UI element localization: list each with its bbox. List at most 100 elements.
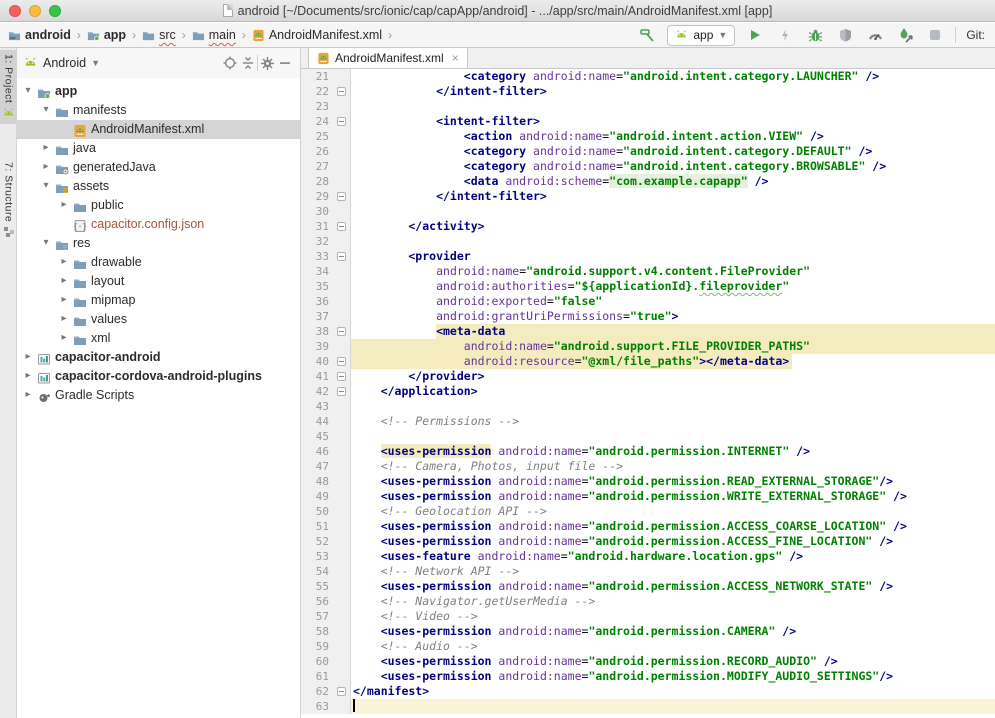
breadcrumb-item-src[interactable]: src (142, 28, 176, 42)
tree-collapse-arrow-icon[interactable]: ▸ (58, 294, 70, 305)
code-line-38: 38 <meta-data (301, 324, 995, 339)
code-line-39: 39 android:name="android.support.FILE_PR… (301, 339, 995, 354)
tree-expand-arrow-icon[interactable]: ▾ (40, 237, 52, 248)
tree-item-gradle-scripts[interactable]: ▸Gradle Scripts (17, 386, 300, 405)
project-tree[interactable]: ▾app▾manifestsAndroidManifest.xml▸java▸g… (17, 82, 300, 405)
run-configuration-select[interactable]: app ▼ (667, 25, 735, 46)
tree-item-public[interactable]: ▸public (17, 196, 300, 215)
line-number: 30 (301, 204, 333, 219)
tree-collapse-arrow-icon[interactable]: ▸ (58, 256, 70, 267)
project-view-selector[interactable]: Android (43, 56, 86, 70)
tool-button-project[interactable]: 1: Project (0, 50, 17, 124)
tree-collapse-arrow-icon[interactable]: ▸ (58, 332, 70, 343)
tree-item-mipmap[interactable]: ▸mipmap (17, 291, 300, 310)
fold-marker-icon[interactable] (337, 252, 346, 261)
tree-item-capacitor-android[interactable]: ▸capacitor-android (17, 348, 300, 367)
fold-marker-icon[interactable] (337, 387, 346, 396)
run-play-icon[interactable] (745, 25, 765, 45)
tree-item-values[interactable]: ▸values (17, 310, 300, 329)
tree-item-capacitor-cordova-android-plugins[interactable]: ▸capacitor-cordova-android-plugins (17, 367, 300, 386)
fold-marker-icon[interactable] (337, 222, 346, 231)
breadcrumb-item-android[interactable]: android (8, 28, 71, 42)
apply-changes-lightning-icon[interactable] (775, 25, 795, 45)
breadcrumb-separator: › (182, 28, 186, 42)
code-editor[interactable]: 21 <category android:name="android.inten… (301, 69, 995, 718)
tree-item-generatedjava[interactable]: ▸generatedJava (17, 158, 300, 177)
tree-item-assets[interactable]: ▾assets (17, 177, 300, 196)
tree-collapse-arrow-icon[interactable]: ▸ (40, 142, 52, 153)
attach-debugger-icon[interactable] (895, 25, 915, 45)
line-number: 60 (301, 654, 333, 669)
fold-marker-icon[interactable] (337, 192, 346, 201)
line-number: 39 (301, 339, 333, 354)
project-panel: Android ▼ ▾app▾manifestsAndroidManifest.… (17, 48, 301, 718)
breadcrumb-item-main[interactable]: main (192, 28, 236, 42)
line-number: 33 (301, 249, 333, 264)
tree-item-layout[interactable]: ▸layout (17, 272, 300, 291)
fold-marker-icon[interactable] (337, 687, 346, 696)
tree-item-drawable[interactable]: ▸drawable (17, 253, 300, 272)
folder-icon (73, 314, 87, 326)
build-hammer-icon[interactable] (637, 25, 657, 45)
tree-item-res[interactable]: ▾res (17, 234, 300, 253)
coverage-shield-icon[interactable] (835, 25, 855, 45)
tree-expand-arrow-icon[interactable]: ▾ (40, 104, 52, 115)
line-number: 42 (301, 384, 333, 399)
gutter-fold-column (333, 549, 351, 564)
fold-marker-icon[interactable] (337, 372, 346, 381)
code-line-33: 33 <provider (301, 249, 995, 264)
tree-item-app[interactable]: ▾app (17, 82, 300, 101)
navigation-bar: android›app›src›main›AndroidManifest.xml… (0, 23, 995, 48)
tree-item-xml[interactable]: ▸xml (17, 329, 300, 348)
tree-collapse-arrow-icon[interactable]: ▸ (58, 275, 70, 286)
line-number: 21 (301, 69, 333, 84)
collapse-all-icon[interactable] (239, 54, 257, 72)
breadcrumb-item-androidmanifest-xml[interactable]: AndroidManifest.xml (252, 28, 382, 42)
tree-collapse-arrow-icon[interactable]: ▸ (58, 199, 70, 210)
code-line-49: 49 <uses-permission android:name="androi… (301, 489, 995, 504)
close-icon[interactable]: × (452, 51, 459, 65)
locate-icon[interactable] (221, 54, 239, 72)
gutter-fold-column (333, 504, 351, 519)
tab-title: AndroidManifest.xml (335, 51, 444, 65)
tree-item-java[interactable]: ▸java (17, 139, 300, 158)
code-text: <!-- Permissions --> (351, 414, 995, 429)
line-number: 43 (301, 399, 333, 414)
tree-item-capacitor-config-json[interactable]: {·}capacitor.config.json (17, 215, 300, 234)
debug-bug-icon[interactable] (805, 25, 825, 45)
code-line-63: 63 (301, 699, 995, 714)
window-title: android [~/Documents/src/ionic/cap/capAp… (238, 4, 773, 18)
profiler-gauge-icon[interactable] (865, 25, 885, 45)
tree-expand-arrow-icon[interactable]: ▾ (22, 85, 34, 96)
code-line-61: 61 <uses-permission android:name="androi… (301, 669, 995, 684)
tree-collapse-arrow-icon[interactable]: ▸ (58, 313, 70, 324)
tree-collapse-arrow-icon[interactable]: ▸ (22, 370, 34, 381)
line-number: 56 (301, 594, 333, 609)
tree-collapse-arrow-icon[interactable]: ▸ (40, 161, 52, 172)
fold-marker-icon[interactable] (337, 327, 346, 336)
tree-collapse-arrow-icon[interactable]: ▸ (22, 389, 34, 400)
tree-expand-arrow-icon[interactable]: ▾ (40, 180, 52, 191)
fold-marker-icon[interactable] (337, 357, 346, 366)
line-number: 58 (301, 624, 333, 639)
tab-androidmanifest[interactable]: AndroidManifest.xml × (308, 47, 468, 68)
code-line-21: 21 <category android:name="android.inten… (301, 69, 995, 84)
stop-square-icon[interactable] (925, 25, 945, 45)
tree-item-manifests[interactable]: ▾manifests (17, 101, 300, 120)
breadcrumb-item-app[interactable]: app (87, 28, 126, 42)
code-text: <!-- Navigator.getUserMedia --> (351, 594, 995, 609)
gutter-fold-column (333, 369, 351, 384)
tool-button-structure[interactable]: 7: Structure (0, 158, 17, 242)
code-text: </provider> (351, 369, 995, 384)
minimize-panel-icon[interactable] (276, 54, 294, 72)
code-line-59: 59 <!-- Audio --> (301, 639, 995, 654)
tree-collapse-arrow-icon[interactable]: ▸ (22, 351, 34, 362)
gear-icon[interactable] (258, 54, 276, 72)
fold-marker-icon[interactable] (337, 87, 346, 96)
fold-marker-icon[interactable] (337, 117, 346, 126)
line-number: 49 (301, 489, 333, 504)
tree-item-androidmanifest-xml[interactable]: AndroidManifest.xml (17, 120, 300, 139)
editor-tab-bar: AndroidManifest.xml × (301, 48, 995, 69)
line-number: 52 (301, 534, 333, 549)
breadcrumb-separator: › (388, 28, 392, 42)
